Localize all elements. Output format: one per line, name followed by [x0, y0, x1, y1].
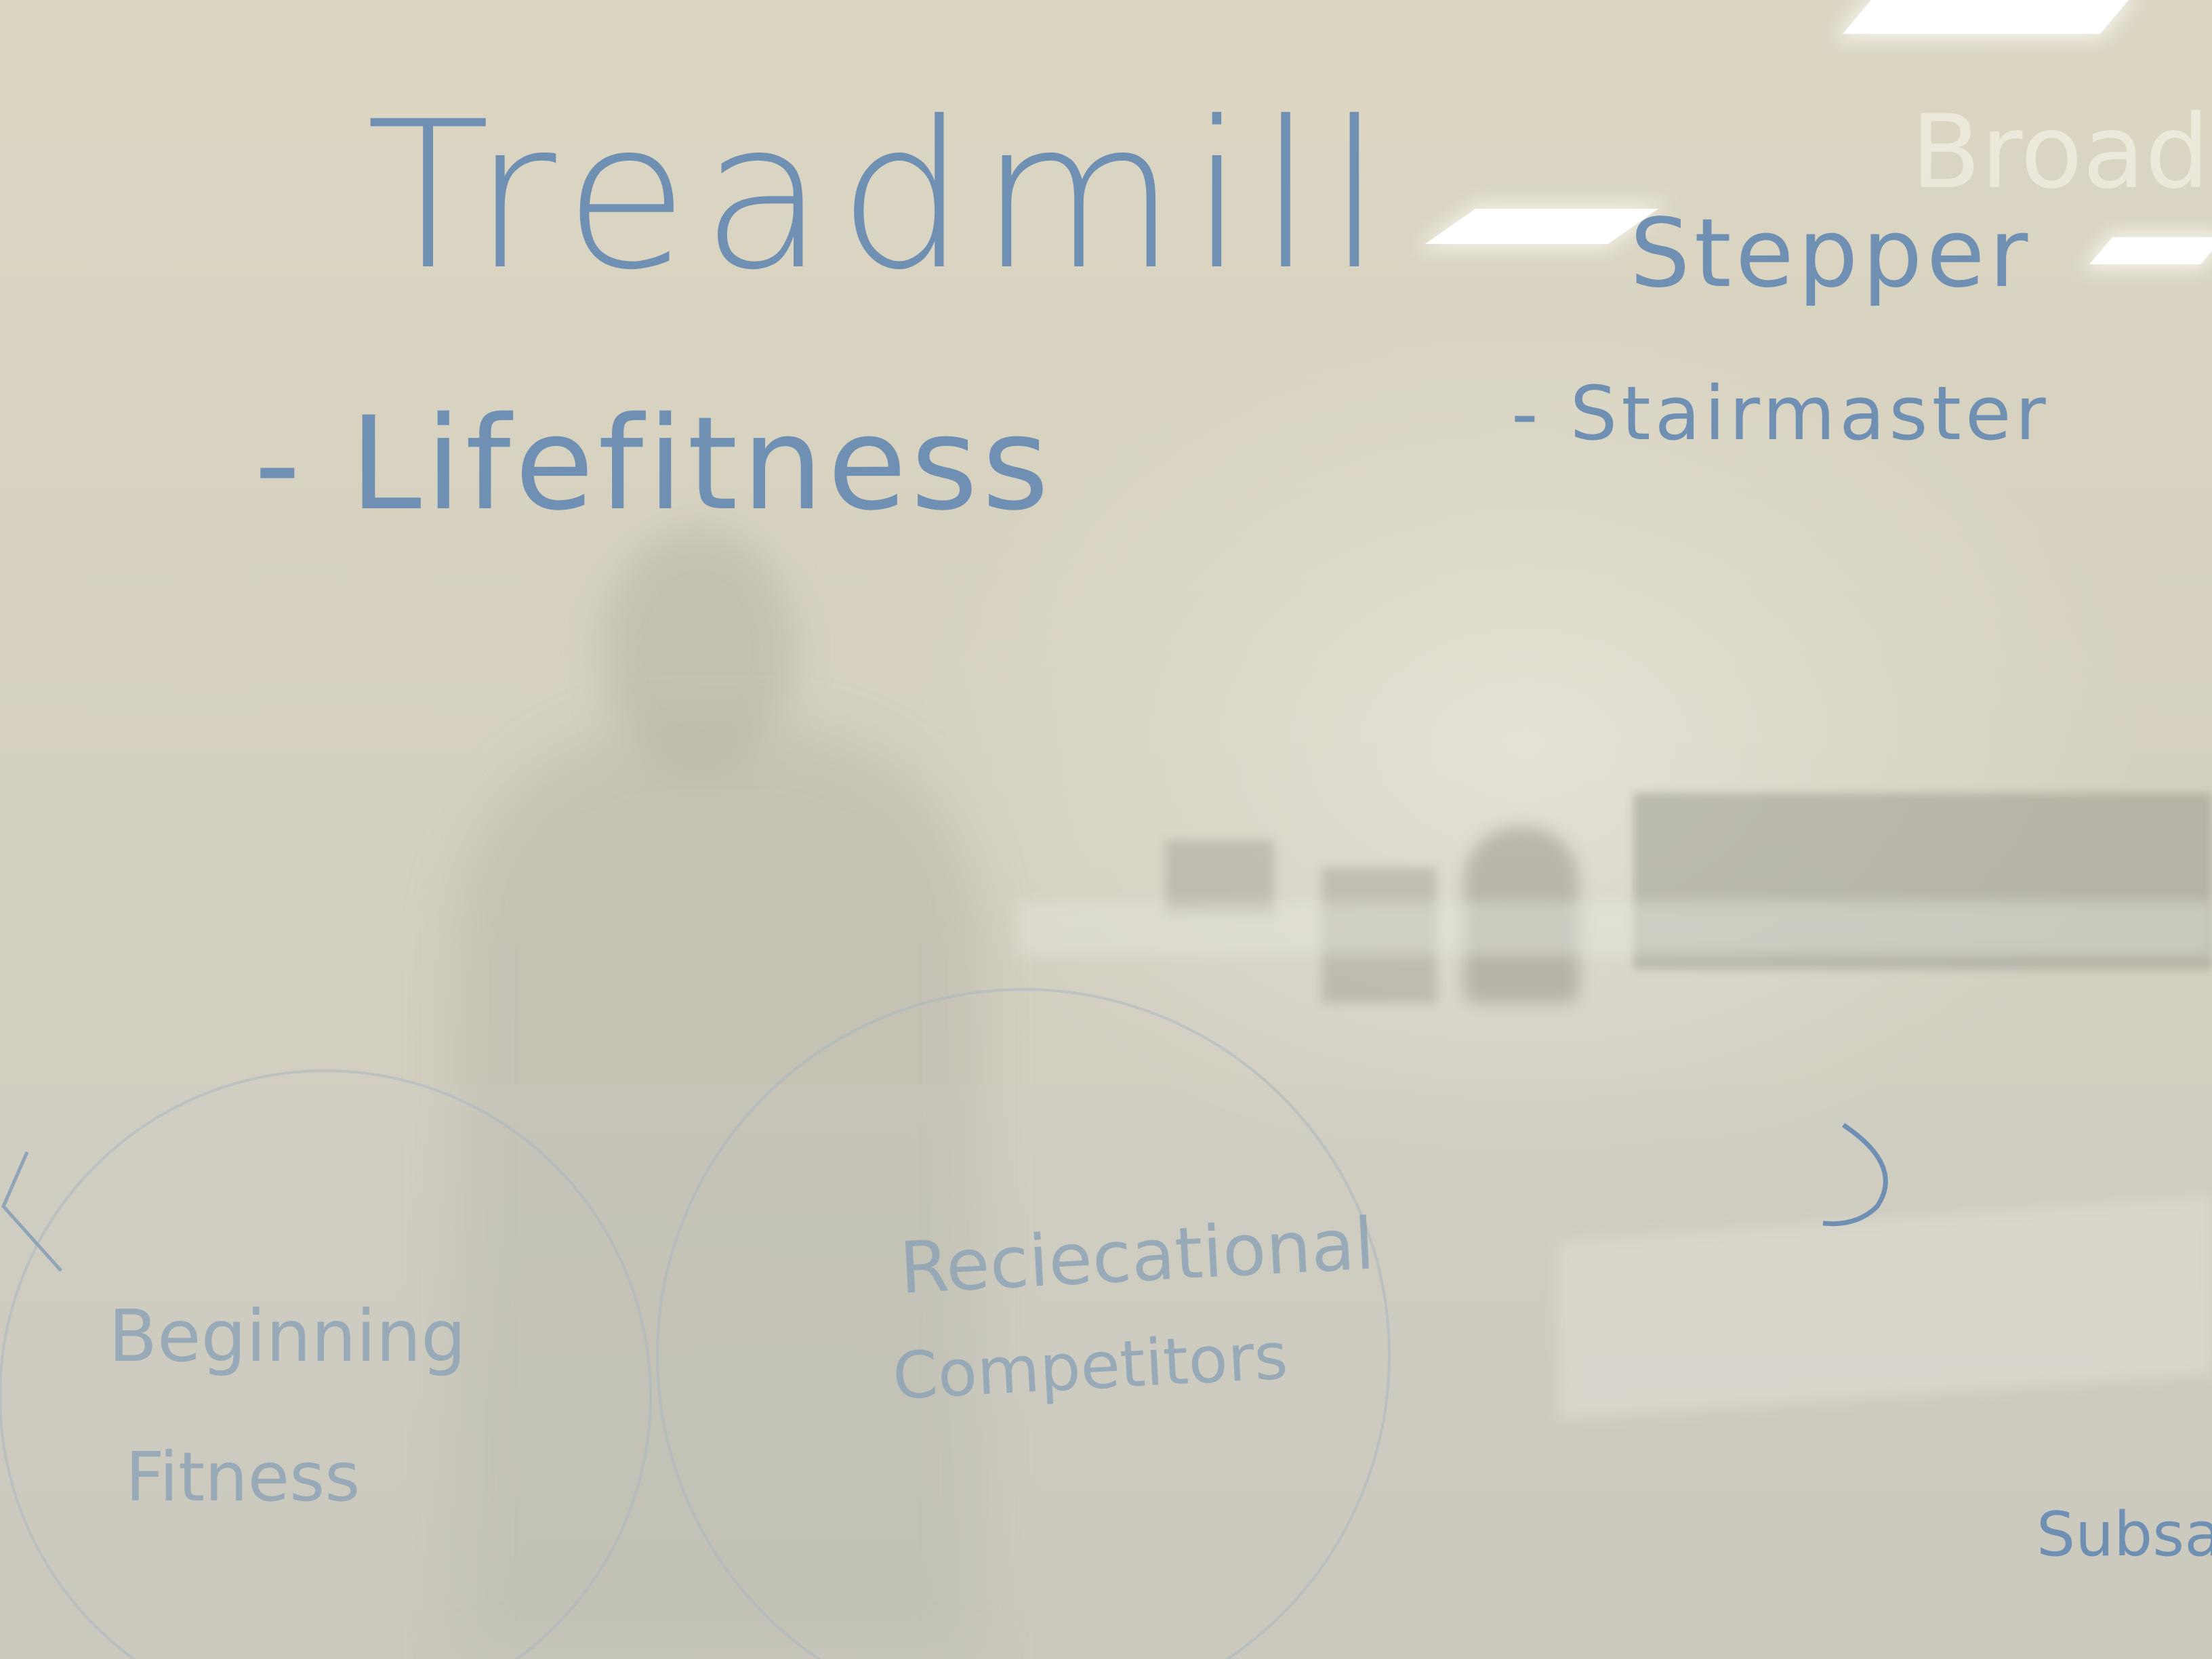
arrow-right-curve	[1822, 1123, 1888, 1227]
whiteboard: Broad Treadmill - Lifefitness Stepper - …	[0, 0, 2212, 1659]
segment-circles	[0, 988, 1888, 1659]
segment-beginning-line2: Fitness	[125, 1437, 361, 1517]
segment-beginning-line1: Beginning	[108, 1295, 466, 1378]
segment-partial-label: Subsan	[2036, 1499, 2212, 1570]
